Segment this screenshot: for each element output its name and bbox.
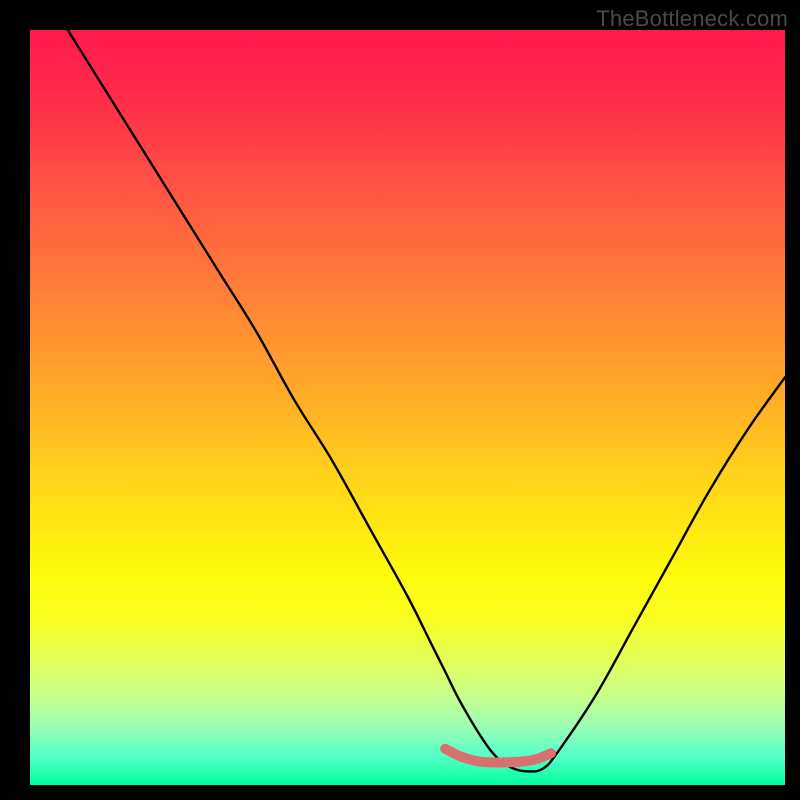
highlight-segment-path <box>445 749 551 763</box>
main-curve-path <box>68 30 785 771</box>
chart-svg <box>30 30 785 785</box>
watermark-text: TheBottleneck.com <box>596 6 788 32</box>
chart-plot-area <box>30 30 785 785</box>
